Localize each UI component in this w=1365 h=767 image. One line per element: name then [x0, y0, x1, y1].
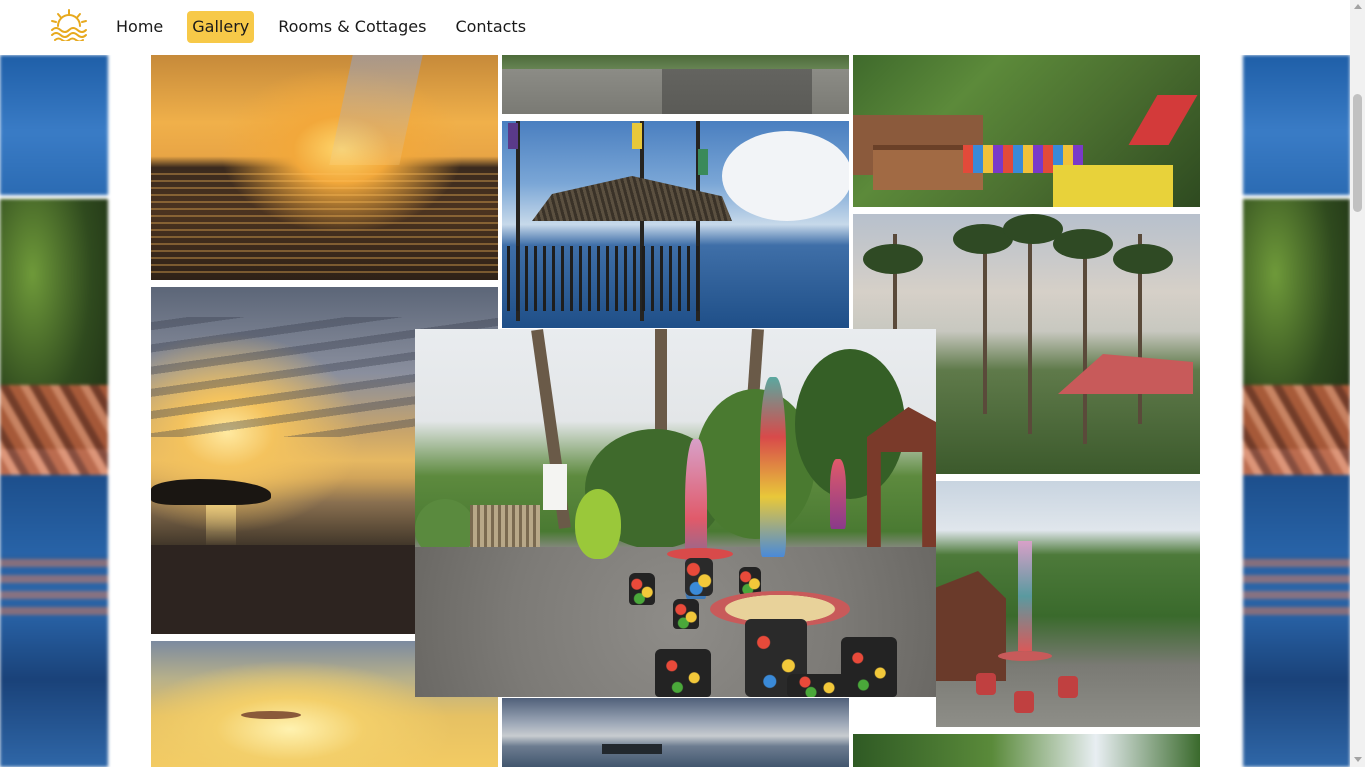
nav-contacts[interactable]: Contacts — [450, 11, 531, 43]
sun-waves-logo-icon[interactable] — [49, 9, 89, 41]
colorful-garden-photo[interactable] — [853, 55, 1200, 207]
background-blur-right — [1243, 55, 1350, 767]
foliage-photo[interactable] — [853, 734, 1200, 767]
page-scrollbar[interactable] — [1350, 0, 1365, 767]
nav-home[interactable]: Home — [111, 11, 168, 43]
garden-cottage-photo[interactable] — [936, 481, 1200, 727]
resort-road-photo[interactable] — [502, 55, 849, 114]
nipa-hut-on-water-photo[interactable] — [502, 121, 849, 328]
scroll-down-arrow-icon[interactable] — [1354, 757, 1362, 762]
nav-rooms-cottages[interactable]: Rooms & Cottages — [273, 11, 431, 43]
background-blur-left — [0, 55, 108, 767]
scroll-thumb[interactable] — [1353, 94, 1362, 212]
scroll-up-arrow-icon[interactable] — [1354, 4, 1362, 9]
site-header: Home Gallery Rooms & Cottages Contacts — [0, 0, 1350, 55]
featured-enlarged-photo[interactable] — [415, 329, 936, 697]
boat-at-dusk-photo[interactable] — [502, 698, 849, 767]
nav-gallery[interactable]: Gallery — [187, 11, 255, 43]
sunset-over-sea-photo[interactable] — [151, 55, 498, 280]
main-nav: Home Gallery Rooms & Cottages Contacts — [111, 11, 550, 43]
